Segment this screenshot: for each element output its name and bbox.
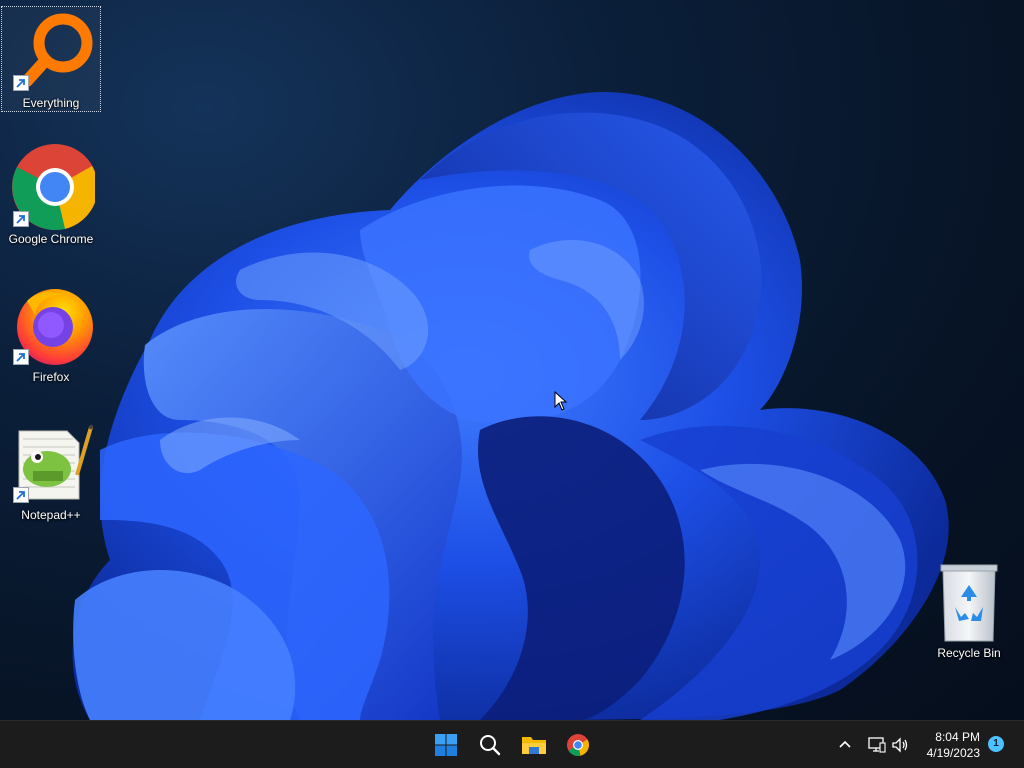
search-icon	[480, 735, 501, 756]
chrome-icon	[567, 734, 589, 756]
desktop-icon-label: Firefox	[32, 370, 70, 384]
wallpaper-bloom	[72, 91, 949, 720]
file-explorer-icon	[522, 737, 546, 754]
taskbar: 8:04 PM 4/19/2023	[0, 720, 1024, 768]
network-button[interactable]	[866, 733, 888, 757]
clock[interactable]: 8:04 PM 4/19/2023	[904, 729, 980, 761]
desktop-icon-notepadpp[interactable]: Notepad++	[2, 419, 100, 522]
shortcut-arrow-icon	[13, 487, 29, 503]
mouse-cursor-icon	[554, 391, 568, 411]
file-explorer-button[interactable]	[516, 727, 552, 763]
desktop-icon-label: Notepad++	[21, 508, 81, 522]
clock-time: 8:04 PM	[935, 730, 980, 744]
shortcut-arrow-icon	[13, 75, 29, 91]
network-icon	[868, 737, 886, 753]
notification-badge[interactable]: 1	[988, 736, 1004, 752]
search-button[interactable]	[472, 727, 508, 763]
firefox-icon	[7, 281, 95, 369]
show-hidden-icons-button[interactable]	[834, 733, 856, 757]
taskbar-chrome-button[interactable]	[560, 727, 596, 763]
desktop[interactable]: Everything Google Chrome Firefox Notepad…	[0, 0, 1024, 720]
desktop-icon-recycle-bin[interactable]: Recycle Bin	[920, 557, 1018, 660]
desktop-icon-label: Recycle Bin	[937, 646, 1001, 660]
desktop-icon-label: Google Chrome	[8, 232, 94, 246]
desktop-icon-everything[interactable]: Everything	[1, 6, 101, 112]
chrome-icon	[7, 143, 95, 231]
everything-magnifier-icon	[7, 7, 95, 95]
chevron-up-icon	[839, 740, 851, 748]
shortcut-arrow-icon	[13, 349, 29, 365]
shortcut-arrow-icon	[13, 211, 29, 227]
desktop-icon-google-chrome[interactable]: Google Chrome	[2, 143, 100, 246]
recycle-bin-icon	[925, 557, 1013, 645]
desktop-icon-label: Everything	[22, 96, 80, 110]
start-button[interactable]	[428, 727, 464, 763]
notepadpp-icon	[7, 419, 95, 507]
windows-start-icon	[435, 734, 457, 756]
clock-date: 4/19/2023	[926, 746, 980, 760]
desktop-icon-firefox[interactable]: Firefox	[2, 281, 100, 384]
